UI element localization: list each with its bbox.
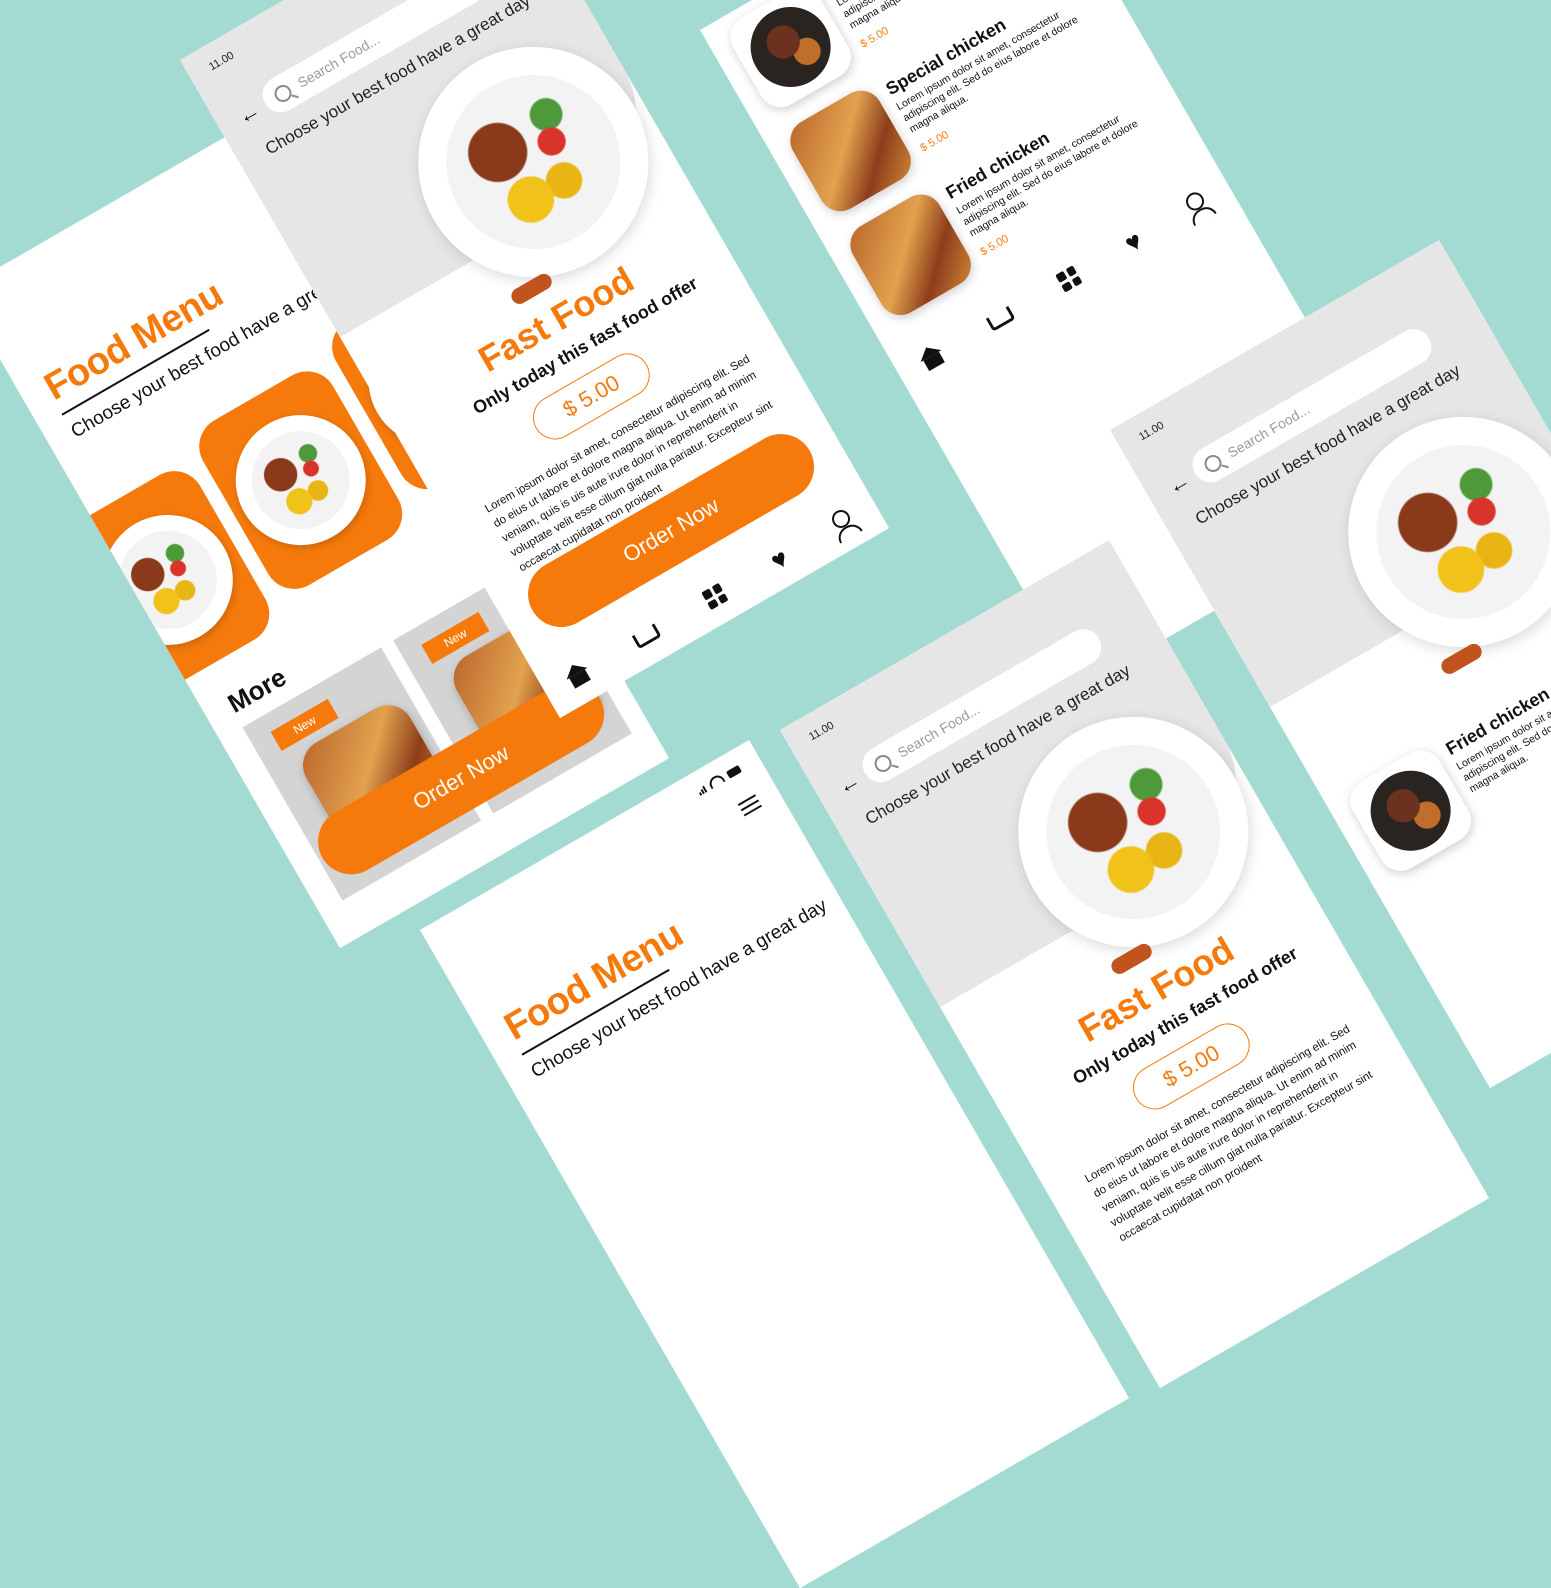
user-icon[interactable]	[1182, 189, 1208, 214]
food-plate-image	[79, 491, 257, 669]
heart-icon[interactable]: ♥	[1119, 225, 1147, 259]
system-icons	[695, 763, 743, 796]
grid-icon[interactable]	[701, 582, 729, 610]
cart-icon[interactable]	[631, 623, 662, 650]
search-icon	[271, 81, 295, 105]
hamburger-icon[interactable]	[736, 791, 764, 820]
item-price: $ 5.00	[918, 128, 951, 155]
heart-icon[interactable]: ♥	[765, 542, 793, 576]
cart-icon[interactable]	[985, 305, 1016, 332]
search-icon	[1201, 451, 1225, 475]
search-icon	[871, 751, 895, 775]
steak-image	[722, 0, 859, 116]
signal-icon	[697, 785, 708, 796]
home-icon[interactable]	[923, 351, 946, 371]
item-price: $ 5.00	[858, 24, 891, 51]
food-plate-image	[211, 391, 390, 569]
wifi-icon	[706, 772, 726, 790]
battery-icon	[725, 764, 743, 779]
item-price: $ 5.00	[978, 232, 1011, 259]
grid-icon[interactable]	[1055, 265, 1083, 293]
user-icon[interactable]	[828, 506, 854, 532]
home-icon[interactable]	[569, 669, 592, 689]
